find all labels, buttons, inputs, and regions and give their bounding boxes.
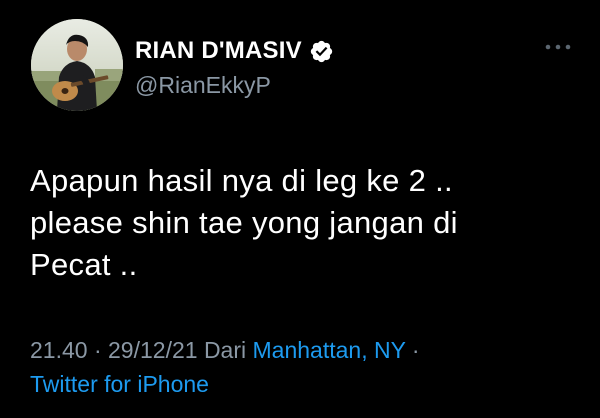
meta-separator: · <box>411 337 420 363</box>
verified-badge-icon <box>309 39 334 64</box>
tweet-text-line: Pecat .. <box>30 247 138 282</box>
tweet-text: Apapun hasil nya di leg ke 2 .. please s… <box>30 160 550 286</box>
metadata-line-1: 21.40 · 29/12/21 Dari Manhattan, NY · <box>30 333 575 367</box>
profile-photo-icon <box>31 19 123 111</box>
location-link[interactable]: Manhattan, NY <box>253 337 406 363</box>
tweet-date[interactable]: 29/12/21 <box>108 337 198 363</box>
meta-separator: · <box>93 337 102 363</box>
author-display-name[interactable]: RIAN D'MASIV <box>135 37 302 65</box>
from-label: Dari <box>203 337 247 363</box>
author-handle[interactable]: @RianEkkyP <box>135 72 271 99</box>
tweet-text-line: please shin tae yong jangan di <box>30 205 458 240</box>
tweet-time[interactable]: 21.40 <box>30 337 88 363</box>
author-name-row: RIAN D'MASIV <box>135 36 334 66</box>
more-options-icon <box>545 44 571 50</box>
tweet-card: RIAN D'MASIV @RianEkkyP Apapun hasil nya… <box>0 0 600 418</box>
author-avatar[interactable] <box>31 19 123 111</box>
tweet-metadata: 21.40 · 29/12/21 Dari Manhattan, NY · Tw… <box>30 333 575 401</box>
tweet-text-line: Apapun hasil nya di leg ke 2 .. <box>30 163 453 198</box>
more-options-button[interactable] <box>543 36 573 58</box>
client-link[interactable]: Twitter for iPhone <box>30 367 575 401</box>
